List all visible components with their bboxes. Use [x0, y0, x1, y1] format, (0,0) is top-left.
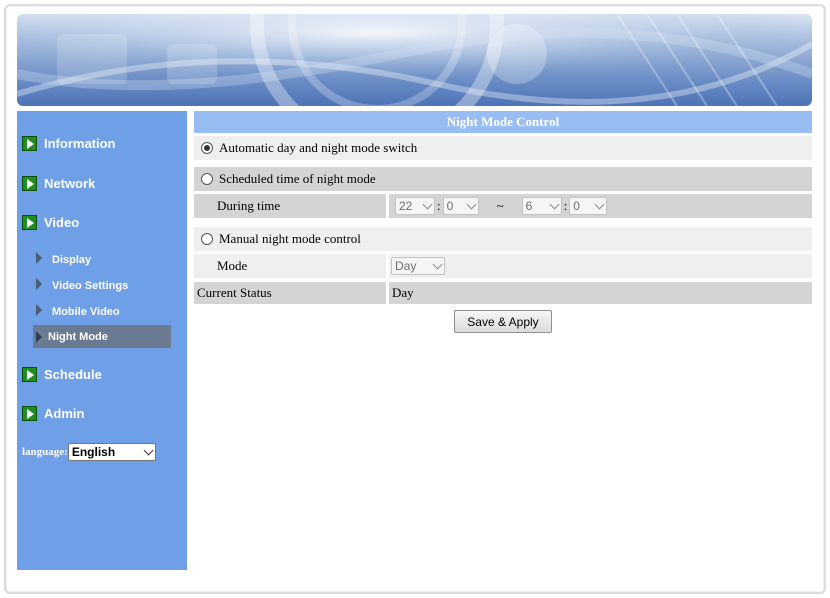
triangle-icon [36, 330, 42, 343]
green-arrow-icon [22, 135, 37, 151]
end-hour-value: 6 [525, 199, 533, 213]
start-minute-value: 0 [446, 199, 454, 213]
nav-mobile-video[interactable]: Mobile Video [36, 304, 120, 320]
language-label: language: [22, 446, 68, 458]
nav-schedule[interactable]: Schedule [22, 364, 102, 384]
nav-night-mode[interactable]: Night Mode [33, 325, 171, 348]
green-arrow-icon [22, 175, 37, 191]
language-select[interactable]: English [67, 443, 156, 461]
sidebar: Information Network Video Display Video … [17, 111, 187, 570]
end-minute-select[interactable]: 0 [569, 197, 608, 215]
time-separator: : [437, 198, 441, 213]
chevron-down-icon [549, 199, 560, 209]
save-apply-button[interactable]: Save & Apply [454, 310, 552, 333]
manual-mode-row: Manual night mode control [194, 227, 812, 251]
chevron-down-icon [594, 199, 605, 209]
chevron-down-icon [143, 445, 154, 455]
scheduled-mode-label: Scheduled time of night mode [219, 171, 376, 186]
nav-label: Video [44, 214, 80, 230]
language-row: language: English [22, 443, 156, 461]
chevron-down-icon [432, 259, 443, 269]
nav-label: Schedule [44, 366, 102, 382]
current-status-label: Current Status [197, 285, 272, 300]
nav-label: Admin [44, 405, 85, 421]
nav-sub-label: Mobile Video [52, 306, 120, 318]
nav-admin[interactable]: Admin [22, 403, 84, 423]
start-hour-select[interactable]: 22 [395, 197, 435, 215]
mode-label-cell: Mode [194, 254, 386, 278]
nav-label: Network [44, 175, 96, 191]
scheduled-mode-row: Scheduled time of night mode [194, 167, 812, 191]
auto-mode-radio[interactable] [201, 142, 213, 154]
triangle-icon [36, 252, 42, 264]
nav-video-settings[interactable]: Video Settings [36, 278, 128, 294]
green-arrow-icon [22, 366, 37, 382]
triangle-icon [36, 304, 42, 316]
mode-label: Mode [217, 258, 248, 273]
end-hour-select[interactable]: 6 [521, 197, 562, 215]
nav-network[interactable]: Network [22, 173, 95, 193]
green-arrow-icon [22, 405, 37, 421]
triangle-icon [36, 278, 42, 290]
nav-sub-label: Video Settings [52, 280, 129, 292]
language-value: English [71, 445, 116, 459]
auto-mode-label: Automatic day and night mode switch [219, 140, 418, 155]
nav-label: Information [44, 135, 116, 151]
manual-mode-label: Manual night mode control [219, 231, 361, 246]
during-time-label: During time [217, 198, 281, 213]
nav-sub-label: Night Mode [48, 330, 108, 343]
current-status-cell: Day [389, 282, 812, 304]
mode-value: Day [395, 259, 417, 273]
during-time-cell: 22 : 0 ~ 6 : 0 [389, 194, 812, 218]
during-time-label-cell: During time [194, 194, 386, 218]
nav-sub-label: Display [52, 254, 92, 266]
time-separator: : [563, 198, 568, 213]
chevron-down-icon [466, 199, 477, 209]
range-separator: ~ [496, 198, 504, 213]
end-minute-value: 0 [573, 199, 580, 213]
mode-cell: Day [389, 254, 812, 278]
panel-title: Night Mode Control [194, 111, 812, 133]
auto-mode-row: Automatic day and night mode switch [194, 136, 812, 160]
scheduled-mode-radio[interactable] [201, 173, 213, 185]
current-status-label-cell: Current Status [194, 282, 386, 304]
chevron-down-icon [422, 199, 433, 209]
green-arrow-icon [22, 214, 37, 230]
manual-mode-radio[interactable] [201, 233, 213, 245]
start-minute-select[interactable]: 0 [442, 197, 479, 215]
mode-select[interactable]: Day [391, 257, 445, 275]
start-hour-value: 22 [399, 199, 413, 213]
nav-display[interactable]: Display [36, 252, 91, 268]
nav-video[interactable]: Video [22, 212, 79, 232]
nav-information[interactable]: Information [22, 133, 116, 153]
header-banner [17, 14, 812, 106]
current-status-value: Day [392, 285, 414, 300]
